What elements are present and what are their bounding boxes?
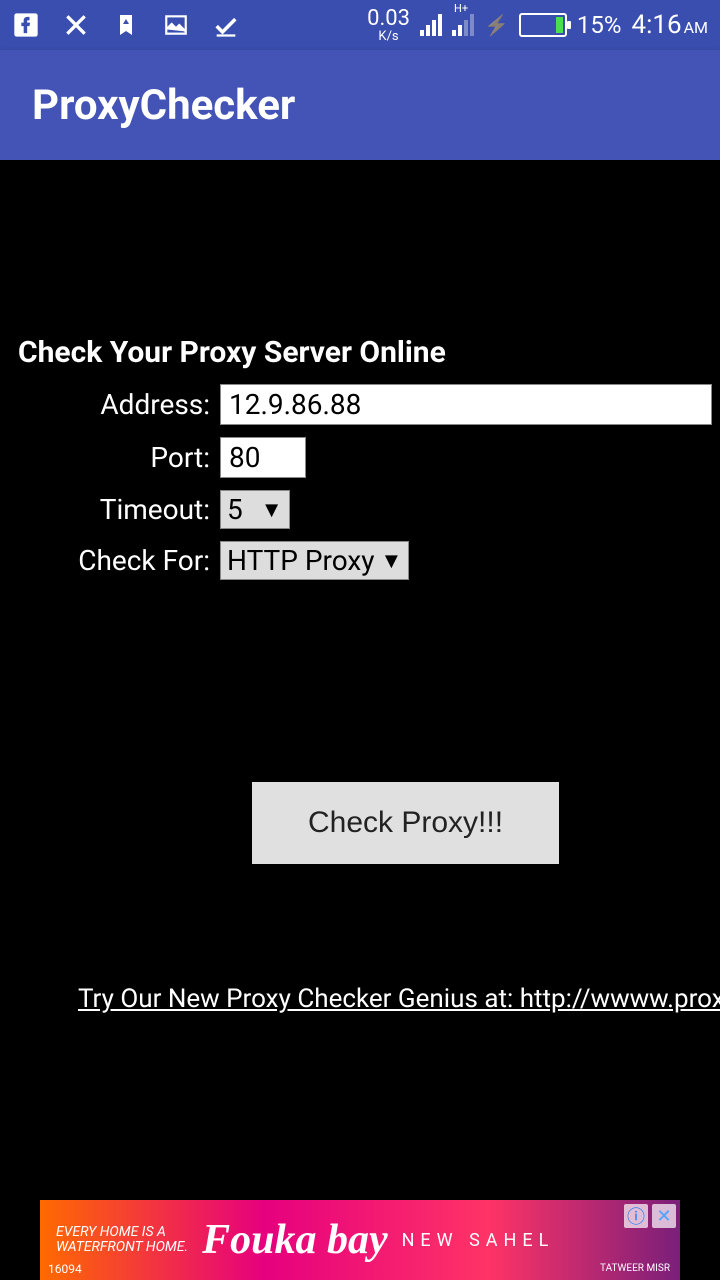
checkfor-select[interactable]: HTTP Proxy ▼ [220, 541, 409, 580]
signal-icon [420, 14, 442, 36]
time-value: 4:16 [631, 10, 681, 40]
label-port: Port: [0, 441, 220, 474]
status-bar: 0.03 K/s H+ ⚡ 15% 4:16AM [0, 0, 720, 50]
ad-company: TATWEER MISR [600, 1263, 670, 1274]
battery-icon [519, 13, 567, 37]
ad-tagline: EVERY HOME IS A WATERFRONT HOME. [56, 1225, 188, 1256]
time-ampm: AM [684, 18, 708, 37]
check-proxy-button[interactable]: Check Proxy!!! [252, 782, 559, 864]
charging-icon: ⚡ [484, 13, 509, 37]
promo-link[interactable]: Try Our New Proxy Checker Genius at: htt… [0, 984, 720, 1014]
ad-controls: ⓘ ✕ [624, 1204, 676, 1228]
image-icon [162, 11, 190, 39]
label-checkfor: Check For: [0, 544, 220, 577]
status-notification-icons [12, 11, 240, 39]
network-speed: 0.03 K/s [367, 8, 410, 43]
ad-location: NEW SAHEL [402, 1230, 555, 1251]
ad-line1: EVERY HOME IS A [56, 1225, 188, 1240]
hplus-signal-icon: H+ [452, 14, 474, 36]
battery-percent: 15% [577, 11, 622, 39]
clock: 4:16AM [631, 10, 708, 40]
chevron-down-icon: ▼ [381, 548, 403, 574]
label-timeout: Timeout: [0, 493, 220, 526]
facebook-icon [12, 11, 40, 39]
ad-brand-script: Fouka bay [202, 1216, 388, 1264]
main-content: Check Your Proxy Server Online Address: … [0, 160, 720, 1280]
label-address: Address: [0, 388, 220, 421]
ad-line2: WATERFRONT HOME. [56, 1240, 188, 1255]
ad-banner[interactable]: EVERY HOME IS A WATERFRONT HOME. Fouka b… [40, 1200, 680, 1280]
status-right: 0.03 K/s H+ ⚡ 15% 4:16AM [367, 8, 708, 43]
timeout-select[interactable]: 5 ▼ [220, 490, 290, 529]
net-speed-unit: K/s [367, 30, 410, 43]
checkfor-value: HTTP Proxy [227, 544, 375, 577]
row-port: Port: [0, 437, 720, 478]
page-heading: Check Your Proxy Server Online [0, 335, 720, 384]
row-timeout: Timeout: 5 ▼ [0, 490, 720, 529]
row-checkfor: Check For: HTTP Proxy ▼ [0, 541, 720, 580]
port-input[interactable] [220, 437, 306, 478]
ad-info-icon[interactable]: ⓘ [624, 1204, 648, 1228]
app-title: ProxyChecker [32, 81, 295, 130]
ad-number: 16094 [48, 1262, 82, 1276]
timeout-value: 5 [227, 493, 243, 526]
chevron-down-icon: ▼ [261, 497, 283, 523]
checkmark-icon [212, 11, 240, 39]
net-speed-value: 0.03 [367, 6, 410, 31]
close-icon [62, 11, 90, 39]
app-bar: ProxyChecker [0, 50, 720, 160]
address-input[interactable] [220, 384, 712, 425]
row-address: Address: [0, 384, 720, 425]
warning-icon [112, 11, 140, 39]
ad-close-icon[interactable]: ✕ [652, 1204, 676, 1228]
